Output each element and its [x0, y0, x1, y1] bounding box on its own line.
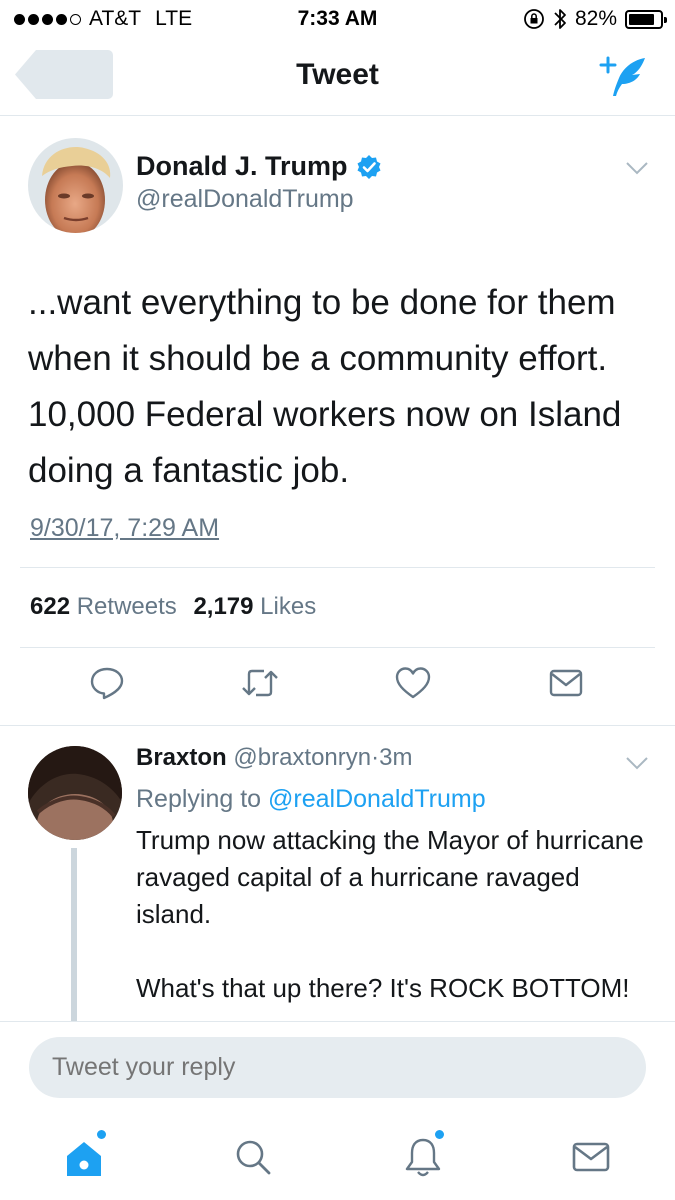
avatar-image	[28, 138, 123, 233]
new-notification-dot	[435, 1130, 444, 1139]
compose-tweet-button[interactable]	[599, 54, 651, 100]
tweet-text: ...want everything to be done for them w…	[28, 283, 622, 490]
battery-fill	[629, 13, 654, 25]
author-handle[interactable]: @realDonaldTrump	[136, 185, 354, 214]
reply-age: 3m	[379, 744, 413, 771]
author-avatar[interactable]	[28, 138, 123, 233]
retweet-icon	[242, 669, 278, 697]
reply-avatar[interactable]	[28, 746, 122, 840]
battery-percent: 82%	[574, 7, 617, 30]
chevron-down-icon[interactable]	[625, 161, 649, 175]
direct-message-button[interactable]	[546, 663, 586, 703]
reply-input[interactable]	[29, 1037, 646, 1098]
reply-button[interactable]	[87, 663, 127, 703]
reply-author-name[interactable]: Braxton	[136, 744, 227, 771]
likes-count: 2,179	[193, 593, 254, 620]
envelope-icon	[572, 1142, 610, 1172]
retweets-label: Retweets	[76, 593, 177, 620]
compose-tweet-icon	[599, 56, 645, 96]
avatar-image	[28, 746, 122, 840]
tweet-actions	[0, 663, 675, 707]
reply-header: Braxton @braxtonryn·3m	[136, 744, 412, 772]
page-title: Tweet	[296, 58, 379, 91]
heart-icon	[395, 667, 431, 699]
verified-badge-icon	[357, 154, 381, 179]
like-button[interactable]	[393, 663, 433, 703]
reply-text: Trump now attacking the Mayor of hurrica…	[136, 825, 644, 1003]
battery-icon	[625, 9, 667, 29]
thread-line	[71, 848, 77, 1021]
bell-icon	[405, 1138, 441, 1177]
likes-stat[interactable]: 2,179 Likes	[193, 593, 316, 620]
tab-search[interactable]	[228, 1132, 278, 1182]
likes-label: Likes	[260, 593, 317, 620]
divider	[20, 567, 655, 568]
status-right: 82%	[523, 7, 667, 31]
author-name-text: Donald J. Trump	[136, 151, 348, 181]
divider	[20, 647, 655, 648]
nav-bar: Tweet	[0, 36, 675, 116]
author-name[interactable]: Donald J. Trump	[136, 151, 382, 182]
retweets-count: 622	[30, 593, 71, 620]
search-icon	[236, 1140, 271, 1175]
retweet-button[interactable]	[240, 663, 280, 703]
bottom-bar	[0, 1021, 675, 1200]
replying-to-mention[interactable]: @realDonaldTrump	[268, 785, 486, 813]
tab-messages[interactable]	[566, 1132, 616, 1182]
new-content-dot	[97, 1130, 106, 1139]
bluetooth-icon	[554, 9, 566, 29]
reply-separator: ·	[371, 744, 380, 771]
retweets-stat[interactable]: 622 Retweets	[30, 593, 177, 620]
reply-icon	[90, 667, 124, 700]
chevron-down-icon[interactable]	[625, 756, 649, 770]
tweet-stats: 622 Retweets 2,179 Likes	[30, 593, 316, 621]
tweet-timestamp[interactable]: 9/30/17, 7:29 AM	[30, 514, 219, 543]
envelope-icon	[549, 669, 583, 697]
home-icon	[67, 1142, 101, 1176]
status-bar: AT&T LTE 7:33 AM 82%	[0, 0, 675, 36]
replying-to-label: Replying to	[136, 785, 262, 813]
replying-to: Replying to @realDonaldTrump	[136, 785, 486, 814]
rotation-lock-icon	[524, 9, 544, 29]
reply-tweet[interactable]: Braxton @braxtonryn·3m Replying to @real…	[0, 725, 675, 1021]
tab-home[interactable]	[60, 1130, 110, 1182]
reply-author-handle[interactable]: @braxtonryn	[233, 744, 371, 771]
tab-notifications[interactable]	[398, 1130, 448, 1182]
